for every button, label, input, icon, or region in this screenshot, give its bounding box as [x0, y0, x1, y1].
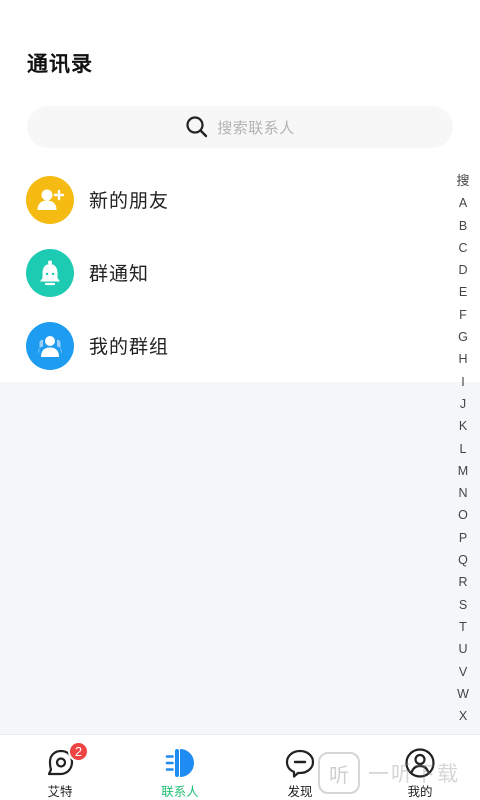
- notification-badge: 2: [68, 741, 89, 762]
- index-letter[interactable]: B: [452, 215, 474, 237]
- index-letter[interactable]: C: [452, 237, 474, 259]
- index-letter[interactable]: H: [452, 348, 474, 370]
- bell-icon: [26, 248, 74, 297]
- aite-icon: 2: [43, 741, 89, 779]
- contacts-screen: 通讯录 搜索联系人 新的朋友 群通知 我的群组 搜 A B C D E F G …: [0, 0, 480, 800]
- tab-aite[interactable]: 2 艾特: [15, 735, 105, 800]
- index-letter[interactable]: S: [452, 594, 474, 616]
- my-groups-label: 我的群组: [89, 336, 170, 358]
- index-letter[interactable]: I: [452, 371, 474, 393]
- watermark: 听 一听下载: [318, 752, 460, 794]
- tab-aite-label: 艾特: [47, 784, 73, 799]
- index-letter[interactable]: R: [452, 571, 474, 593]
- index-letter[interactable]: P: [452, 527, 474, 549]
- watermark-logo: 听: [318, 752, 360, 794]
- index-letter[interactable]: T: [452, 616, 474, 638]
- index-letter[interactable]: V: [452, 661, 474, 683]
- new-friends-label: 新的朋友: [89, 190, 170, 212]
- search-placeholder: 搜索联系人: [217, 118, 295, 137]
- search-icon: [185, 115, 209, 139]
- index-letter[interactable]: K: [452, 415, 474, 437]
- contacts-icon: [163, 747, 197, 779]
- index-letter[interactable]: X: [452, 705, 474, 727]
- new-friends-item[interactable]: 新的朋友: [0, 163, 480, 236]
- index-letter[interactable]: W: [452, 683, 474, 705]
- tab-discover-label: 发现: [287, 784, 313, 799]
- index-letter[interactable]: E: [452, 281, 474, 303]
- tab-contacts[interactable]: 联系人: [135, 735, 225, 800]
- index-letter[interactable]: M: [452, 460, 474, 482]
- index-letter[interactable]: A: [452, 192, 474, 214]
- tab-contacts-label: 联系人: [161, 784, 199, 799]
- index-letter[interactable]: D: [452, 259, 474, 281]
- index-letter[interactable]: G: [452, 326, 474, 348]
- index-letter[interactable]: F: [452, 304, 474, 326]
- index-letter[interactable]: 搜: [452, 170, 474, 192]
- index-letter[interactable]: Q: [452, 549, 474, 571]
- my-groups-item[interactable]: 我的群组: [0, 309, 480, 382]
- search-bar[interactable]: 搜索联系人: [27, 106, 453, 148]
- empty-content-area: [0, 382, 480, 734]
- index-letter[interactable]: U: [452, 638, 474, 660]
- index-letter[interactable]: L: [452, 438, 474, 460]
- group-notice-item[interactable]: 群通知: [0, 236, 480, 309]
- index-letter[interactable]: N: [452, 482, 474, 504]
- discover-icon: [283, 747, 317, 779]
- index-letter[interactable]: O: [452, 504, 474, 526]
- add-friend-icon: [26, 175, 74, 224]
- page-title: 通讯录: [27, 52, 93, 76]
- index-letter[interactable]: J: [452, 393, 474, 415]
- group-notice-label: 群通知: [89, 263, 150, 285]
- contact-menu-list: 新的朋友 群通知 我的群组: [0, 163, 480, 382]
- group-icon: [26, 321, 74, 370]
- alphabet-index-bar[interactable]: 搜 A B C D E F G H I J K L M N O P Q R S …: [452, 170, 474, 727]
- watermark-text: 一听下载: [368, 762, 460, 786]
